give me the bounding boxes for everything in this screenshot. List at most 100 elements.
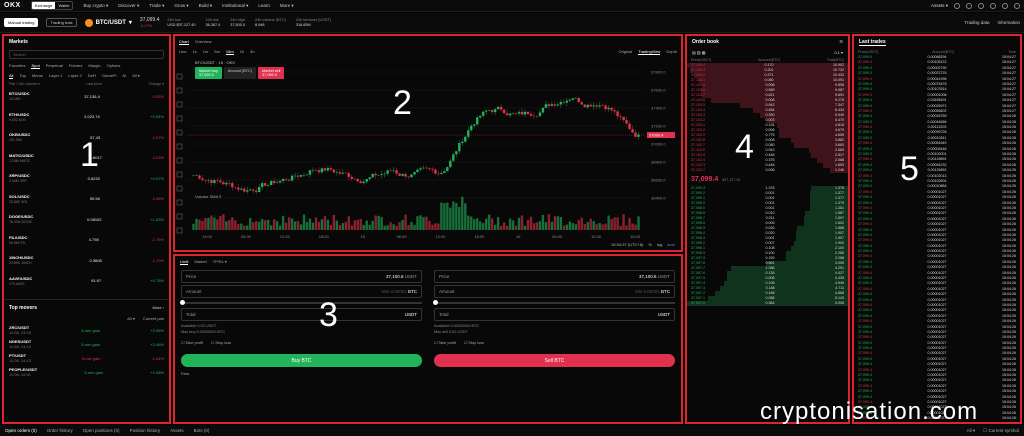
buy-stop-loss-checkbox[interactable]: ☐ Stop loss (211, 340, 231, 345)
interval-button[interactable]: 4h (250, 49, 254, 55)
nav-item[interactable]: Institutional ▾ (222, 3, 248, 9)
sell-take-profit-checkbox[interactable]: ☐ Take profit (434, 340, 456, 345)
book-step-select[interactable]: 0.1 ▾ (834, 50, 843, 55)
bottom-tab[interactable]: Bots (0) (194, 428, 210, 433)
quick-amount-input[interactable]: Amount (BTC) (223, 67, 257, 79)
market-sell-button[interactable]: Market sell 37,099.4 (258, 67, 285, 79)
nav-item[interactable]: Build ▾ (199, 3, 213, 9)
interval-button[interactable]: 1h (240, 49, 244, 55)
order-book-menu-icon[interactable]: ☰ (839, 39, 843, 45)
interval-button[interactable]: 1s (193, 49, 197, 55)
candlestick-chart[interactable]: 37800.0 37600.0 37400.0 37200.0 37000.0 36800… (175, 58, 681, 250)
movers-more[interactable]: More › (152, 305, 164, 311)
bottom-tab[interactable]: Assets (170, 428, 184, 433)
nav-item[interactable]: Learn (258, 3, 270, 9)
download-icon[interactable] (966, 2, 972, 9)
tab-chart[interactable]: Chart (179, 39, 189, 45)
bottom-tab[interactable]: Order history (47, 428, 73, 433)
manual-trading-tab[interactable]: Manual trading (4, 18, 39, 27)
market-row[interactable]: 1INCH/USDC 23.89K 1INCH 0.3608 -1.70% (4, 250, 169, 271)
market-row[interactable]: AAVE/USDC 179 AAVE 91.97 +0.75% (4, 271, 169, 292)
tab-overview[interactable]: Overview (195, 39, 212, 45)
bottom-filter[interactable]: All ▾ (967, 428, 976, 434)
markets-tab[interactable]: Favorites (9, 63, 25, 69)
markets-subtab[interactable]: AI (122, 73, 126, 79)
market-row[interactable]: FIL/USDC 56.86K FIL 4.798 -1.76% (4, 230, 169, 251)
current-symbol-checkbox[interactable]: ☐ Current symbol (983, 428, 1019, 434)
globe-icon[interactable] (1002, 2, 1008, 9)
nav-item[interactable]: Buy crypto ▾ (83, 3, 108, 9)
market-row[interactable]: ETH/USDC 9,492.61M 2,023.74 +0.54% (4, 107, 169, 128)
markets-subtab[interactable]: DeFi (88, 73, 96, 79)
markets-subtab[interactable]: All ▾ (132, 73, 140, 79)
bottom-tab[interactable]: Position history (130, 428, 161, 433)
log-toggle[interactable]: log (657, 242, 662, 247)
movers-current-pair[interactable]: Current pair (143, 316, 164, 321)
user-icon[interactable] (954, 2, 960, 9)
markets-subtab[interactable]: Top (19, 73, 25, 79)
sell-price-input[interactable]: Price 37,100.6 USDT (434, 270, 675, 283)
markets-subtab[interactable]: Layer 2 (68, 73, 81, 79)
bid-row[interactable]: 37,097.0 0.364 5.908 (687, 301, 848, 306)
nav-item[interactable]: Discover ▾ (118, 3, 139, 9)
buy-slider[interactable] (180, 300, 422, 305)
interval-button[interactable]: Line (179, 49, 187, 55)
fees-link[interactable]: Fees (175, 371, 428, 377)
movers-filter[interactable]: All ▾ (127, 316, 135, 321)
nav-item[interactable]: More ▾ (280, 3, 294, 9)
nav-item[interactable]: Grow ▾ (174, 3, 188, 9)
markets-subtab[interactable]: Meme (32, 73, 43, 79)
mover-row[interactable]: ZRC/USDT 11:08, 13:03 5-min gain +2.96% (4, 323, 169, 337)
buy-total-input[interactable]: Total USDT (181, 308, 422, 321)
pair-selector[interactable]: BTC/USDT ▾ (84, 18, 132, 27)
sell-total-input[interactable]: Total USDT (434, 308, 675, 321)
buy-price-input[interactable]: Price 37,100.6 USDT (181, 270, 422, 283)
markets-tab[interactable]: Margin (88, 63, 100, 69)
tab-tpsl[interactable]: TP/SL ▾ (213, 259, 227, 265)
markets-subtab[interactable]: All (9, 73, 14, 79)
market-row[interactable]: SOL/USDC 23.88K SOL 59.56 -2.96% (4, 189, 169, 210)
sell-slider[interactable] (433, 300, 675, 305)
book-view-toggle[interactable]: ▤ ▥ ▦ (692, 50, 706, 55)
bottom-tab[interactable]: Open positions (0) (83, 428, 120, 433)
ask-row[interactable]: 37,102.2 0.006 1.246 (687, 168, 848, 173)
interval-button[interactable]: 1m (203, 49, 209, 55)
sell-stop-loss-checkbox[interactable]: ☐ Stop loss (464, 340, 484, 345)
assets-menu[interactable]: Assets ▾ (931, 3, 948, 9)
auto-toggle[interactable]: auto (667, 242, 675, 247)
mover-row[interactable]: NGESUSDT 11:58, 14:13 5-min gain +2.46% (4, 337, 169, 351)
last-trades-title[interactable]: Last trades (859, 39, 886, 46)
information-button[interactable]: Information (997, 20, 1020, 25)
sell-amount-input[interactable]: Amount Min 0.00001 BTC (434, 285, 675, 298)
bottom-tab[interactable]: Open orders (0) (5, 428, 37, 433)
markets-subtab[interactable]: GameFi (102, 73, 116, 79)
market-row[interactable]: DOGE/USDC 78.43M DOGE 0.08152 +1.63% (4, 209, 169, 230)
buy-take-profit-checkbox[interactable]: ☐ Take profit (181, 340, 203, 345)
sell-btc-button[interactable]: Sell BTC (434, 354, 675, 367)
nav-item[interactable]: Trade ▾ (149, 3, 164, 9)
exchange-wallet-switch[interactable]: Exchange Wallet (30, 1, 74, 10)
buy-amount-input[interactable]: Amount Min 0.00001 BTC (181, 285, 422, 298)
chart-view-button[interactable]: TradingView (638, 49, 661, 55)
chart-view-button[interactable]: Original (619, 49, 633, 55)
market-buy-button[interactable]: Market buy 37,099.3 (195, 67, 222, 79)
chart-view-button[interactable]: Depth (666, 49, 677, 55)
buy-btc-button[interactable]: Buy BTC (181, 354, 422, 367)
mover-row[interactable]: PT/USDT 11:08, 14:13 5-min gain -2.54% (4, 351, 169, 365)
markets-subtab[interactable]: Layer 1 (49, 73, 62, 79)
trading-bots-tab[interactable]: Trading bots (46, 18, 77, 27)
settings-icon[interactable] (1014, 2, 1020, 9)
bell-icon[interactable] (978, 2, 984, 9)
interval-button[interactable]: 5m (214, 49, 220, 55)
exchange-mode[interactable]: Exchange (31, 2, 56, 9)
trading-data-button[interactable]: Trading data (964, 20, 989, 25)
markets-tab[interactable]: Futures (69, 63, 83, 69)
okx-logo[interactable]: OKX (4, 2, 21, 9)
markets-tab[interactable]: Options (107, 63, 121, 69)
tab-market[interactable]: Market (194, 259, 206, 265)
markets-tab[interactable]: Spot (31, 63, 40, 69)
percent-toggle[interactable]: % (648, 242, 652, 247)
tab-limit[interactable]: Limit (180, 259, 189, 265)
interval-button[interactable]: 15m (225, 49, 234, 55)
help-icon[interactable] (990, 2, 996, 9)
